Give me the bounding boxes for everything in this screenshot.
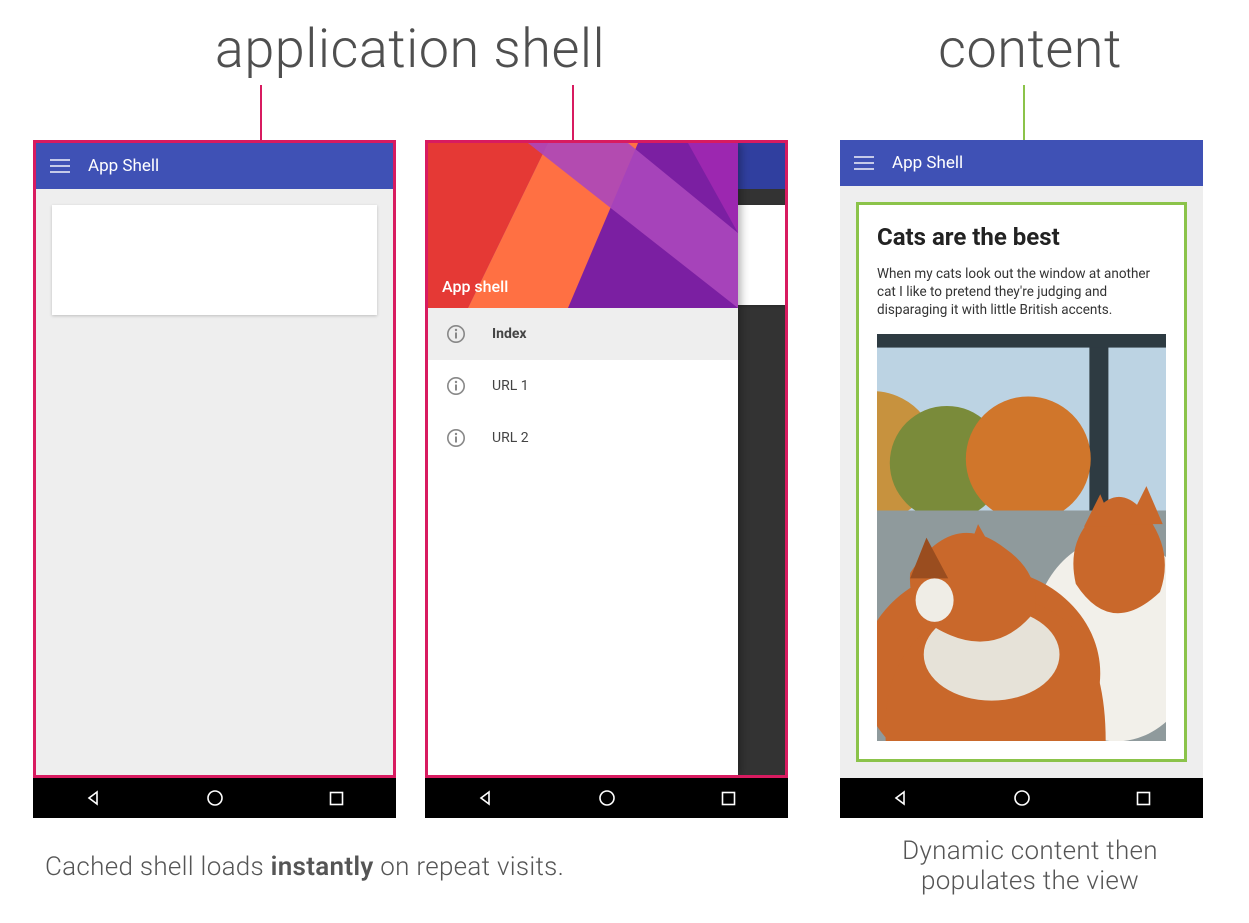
info-icon xyxy=(446,376,466,396)
underlying-card xyxy=(738,205,785,305)
underlying-appbar xyxy=(738,143,785,189)
drawer-stage: App shell Index URL 1 xyxy=(428,143,785,775)
nav-home-icon[interactable] xyxy=(206,789,224,807)
caption-right-line2: populates the view xyxy=(921,866,1139,896)
phone-content-loaded: App Shell Cats are the best When my cats… xyxy=(840,140,1203,818)
heading-application-shell: application shell xyxy=(140,18,680,81)
android-nav-bar xyxy=(33,778,396,818)
nav-home-icon[interactable] xyxy=(598,789,616,807)
content-body: When my cats look out the window at anot… xyxy=(877,265,1166,320)
drawer-header-label: App shell xyxy=(442,277,508,296)
drawer-header: App shell xyxy=(428,143,738,308)
nav-back-icon[interactable] xyxy=(85,790,101,806)
hamburger-icon[interactable] xyxy=(50,159,70,173)
caption-right-line1: Dynamic content then xyxy=(902,836,1158,866)
phone-body: App Shell Cats are the best When my cats… xyxy=(840,140,1203,778)
info-icon xyxy=(446,428,466,448)
connector-line xyxy=(572,85,574,140)
phone-body: App shell Index URL 1 xyxy=(425,140,788,778)
connector-line xyxy=(260,85,262,140)
drawer-item-index[interactable]: Index xyxy=(428,308,738,360)
caption-left-post: on repeat visits. xyxy=(374,852,565,882)
drawer-item-label: Index xyxy=(492,326,527,342)
content-image xyxy=(877,334,1166,741)
phone-body: App Shell xyxy=(33,140,396,778)
phone-shell-drawer: App shell Index URL 1 xyxy=(425,140,788,818)
info-icon xyxy=(446,324,466,344)
drawer-item-url2[interactable]: URL 2 xyxy=(428,412,738,464)
empty-content-card xyxy=(52,205,377,315)
nav-recent-icon[interactable] xyxy=(721,791,736,806)
android-nav-bar xyxy=(840,778,1203,818)
nav-drawer: App shell Index URL 1 xyxy=(428,143,738,775)
caption-left-strong: instantly xyxy=(271,852,374,882)
nav-back-icon[interactable] xyxy=(892,790,908,806)
nav-home-icon[interactable] xyxy=(1013,789,1031,807)
caption-right: Dynamic content then populates the view xyxy=(840,836,1220,896)
nav-recent-icon[interactable] xyxy=(329,791,344,806)
drawer-item-url1[interactable]: URL 1 xyxy=(428,360,738,412)
appbar-title: App Shell xyxy=(88,156,159,176)
nav-recent-icon[interactable] xyxy=(1136,791,1151,806)
android-nav-bar xyxy=(425,778,788,818)
content-title: Cats are the best xyxy=(877,223,1166,251)
phone-shell-empty: App Shell xyxy=(33,140,396,818)
appbar-title: App Shell xyxy=(892,153,963,173)
content-card: Cats are the best When my cats look out … xyxy=(856,202,1187,762)
caption-left-pre: Cached shell loads xyxy=(45,852,271,882)
hamburger-icon[interactable] xyxy=(854,156,874,170)
drawer-item-label: URL 1 xyxy=(492,378,529,394)
caption-left: Cached shell loads instantly on repeat v… xyxy=(45,852,785,882)
nav-back-icon[interactable] xyxy=(477,790,493,806)
drawer-item-label: URL 2 xyxy=(492,430,529,446)
app-bar: App Shell xyxy=(840,140,1203,186)
heading-content: content xyxy=(880,18,1180,81)
app-bar: App Shell xyxy=(36,143,393,189)
